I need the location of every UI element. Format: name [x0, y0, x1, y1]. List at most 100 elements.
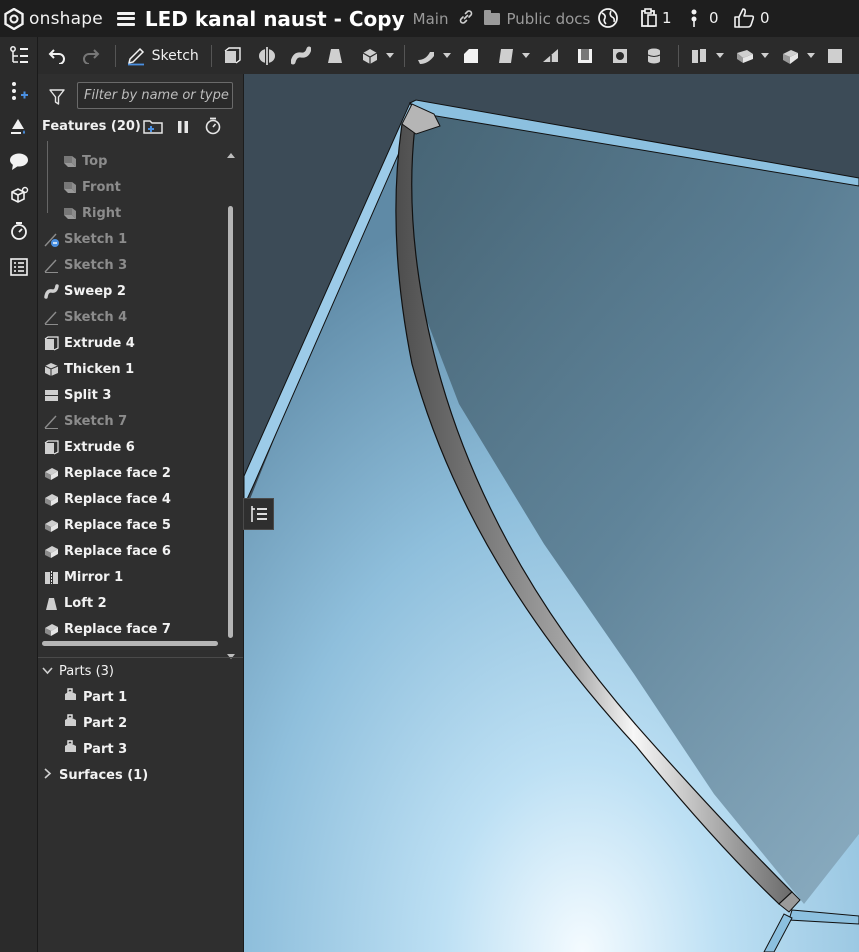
feature-item-thicken-1[interactable]: Thicken 1 — [44, 358, 134, 380]
toggle-feature-panel-button[interactable] — [243, 498, 274, 530]
extrude-tool-icon[interactable] — [222, 45, 243, 67]
chevron-down-icon[interactable] — [761, 53, 770, 58]
toolbar-divider — [677, 44, 679, 67]
fillet-tool-icon[interactable] — [415, 45, 436, 67]
replace-face-tool-icon[interactable] — [779, 45, 800, 67]
shell-tool-icon[interactable] — [575, 45, 596, 67]
plane-icon — [62, 154, 77, 168]
feature-item-extrude-4[interactable]: Extrude 4 — [44, 332, 135, 354]
part-item-3[interactable]: Part 3 — [63, 738, 127, 760]
feature-item-sweep-2[interactable]: Sweep 2 — [44, 280, 126, 302]
parts-icon[interactable] — [8, 185, 29, 206]
hole-tool-icon[interactable] — [609, 45, 630, 67]
plane-tool-icon[interactable] — [734, 45, 755, 67]
stopwatch-icon[interactable] — [204, 117, 222, 139]
draft-tool-icon[interactable] — [495, 45, 516, 67]
chevron-down-icon[interactable] — [442, 53, 451, 58]
insert-icon[interactable] — [8, 80, 29, 101]
features-header[interactable]: Features (20) — [42, 119, 141, 134]
feature-label: Right — [82, 205, 122, 221]
surfaces-header-label: Surfaces (1) — [59, 767, 149, 783]
folder-breadcrumb[interactable]: Public docs — [484, 9, 591, 28]
revolve-tool-icon[interactable] — [256, 45, 277, 67]
folder-label: Public docs — [506, 9, 591, 28]
feature-item-replace-face-2[interactable]: Replace face 2 — [44, 462, 171, 484]
sketch-button[interactable]: Sketch — [126, 46, 199, 66]
onshape-logo[interactable]: onshape — [4, 7, 103, 30]
likes-counter[interactable]: 0 — [733, 8, 770, 28]
more-tools-icon[interactable] — [825, 45, 846, 67]
filter-icon[interactable] — [49, 89, 65, 109]
branch-label[interactable]: Main — [413, 10, 449, 28]
feature-item-replace-face-7[interactable]: Replace face 7 — [44, 618, 171, 640]
appearance-icon[interactable] — [8, 115, 29, 136]
feature-item-sketch-1[interactable]: Sketch 1 — [44, 228, 127, 250]
new-folder-icon[interactable] — [143, 118, 163, 138]
feature-label: Extrude 6 — [64, 439, 135, 455]
chevron-down-icon — [42, 664, 53, 679]
feature-panel: Filter by name or type Features (20) Top… — [38, 74, 244, 952]
feature-item-loft-2[interactable]: Loft 2 — [44, 592, 107, 614]
part-item-1[interactable]: Part 1 — [63, 686, 127, 708]
chamfer-tool-icon[interactable] — [461, 45, 482, 67]
feature-label: Replace face 5 — [64, 517, 171, 533]
feature-item-mirror-1[interactable]: Mirror 1 — [44, 566, 123, 588]
feature-item-top[interactable]: Top — [62, 150, 107, 172]
toolbar-divider — [210, 44, 212, 67]
feature-item-extrude-6[interactable]: Extrude 6 — [44, 436, 135, 458]
chevron-down-icon[interactable] — [715, 53, 724, 58]
loft-tool-icon[interactable] — [325, 45, 346, 67]
feature-list-icon[interactable] — [8, 44, 29, 65]
link-icon[interactable] — [458, 9, 474, 29]
part-item-2[interactable]: Part 2 — [63, 712, 127, 734]
thicken-tool-icon[interactable] — [359, 45, 380, 67]
cylinder-tool-icon[interactable] — [643, 45, 664, 67]
undo-icon[interactable] — [46, 45, 67, 67]
filter-input[interactable]: Filter by name or type — [77, 82, 233, 109]
redo-icon[interactable] — [80, 45, 101, 67]
list-toggle-icon — [250, 506, 267, 522]
history-icon[interactable] — [8, 220, 29, 241]
parts-header[interactable]: Parts (3) — [42, 660, 114, 682]
rib-tool-icon[interactable] — [540, 45, 561, 67]
feature-item-right[interactable]: Right — [62, 202, 121, 224]
sweep-tool-icon[interactable] — [290, 45, 312, 67]
feature-item-sketch-7[interactable]: Sketch 7 — [44, 410, 127, 432]
branches-counter[interactable]: 0 — [688, 8, 719, 28]
pause-icon[interactable] — [177, 119, 189, 138]
part-icon — [63, 688, 78, 706]
scroll-up-icon[interactable] — [226, 144, 236, 163]
horizontal-scroll-thumb[interactable] — [42, 641, 218, 646]
feature-item-replace-face-4[interactable]: Replace face 4 — [44, 488, 171, 510]
globe-icon[interactable] — [597, 7, 619, 33]
menu-icon[interactable] — [116, 11, 135, 26]
checklist-icon[interactable] — [8, 256, 29, 277]
feature-item-sketch-3[interactable]: Sketch 3 — [44, 254, 127, 276]
document-title[interactable]: LED kanal naust - Copy — [145, 7, 405, 31]
part-icon — [63, 740, 78, 758]
likes-count: 0 — [760, 9, 770, 27]
replace-face-icon — [44, 492, 59, 506]
model-view[interactable] — [244, 74, 859, 952]
feature-label: Replace face 7 — [64, 621, 171, 637]
feature-item-split-3[interactable]: Split 3 — [44, 384, 111, 406]
scroll-thumb[interactable] — [228, 206, 233, 638]
graphics-viewport[interactable] — [244, 74, 859, 952]
versions-counter[interactable]: 1 — [640, 8, 672, 28]
feature-item-front[interactable]: Front — [62, 176, 121, 198]
feature-list-scrollbar[interactable] — [226, 144, 236, 659]
scroll-down-icon[interactable] — [226, 646, 236, 665]
sketch-icon — [44, 414, 59, 429]
feature-item-replace-face-5[interactable]: Replace face 5 — [44, 514, 171, 536]
panel-divider — [38, 657, 243, 658]
sketch-icon — [44, 232, 59, 247]
surfaces-header[interactable]: Surfaces (1) — [44, 764, 148, 786]
chevron-down-icon[interactable] — [806, 53, 815, 58]
comments-icon[interactable] — [8, 150, 29, 171]
feature-item-sketch-4[interactable]: Sketch 4 — [44, 306, 127, 328]
chevron-down-icon[interactable] — [386, 53, 395, 58]
plane-icon — [62, 180, 77, 194]
chevron-down-icon[interactable] — [522, 53, 531, 58]
split-tool-icon[interactable] — [689, 45, 710, 67]
feature-item-replace-face-6[interactable]: Replace face 6 — [44, 540, 171, 562]
